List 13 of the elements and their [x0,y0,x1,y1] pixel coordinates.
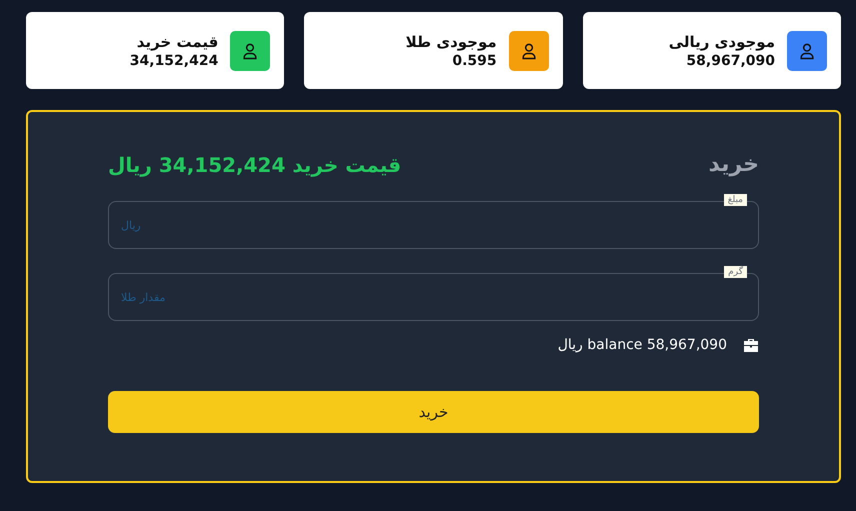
form-title: خرید [708,152,759,177]
card-title: موجودی ریالی [668,32,775,50]
card-title: موجودی طلا [406,32,497,50]
card-value: 0.595 [451,52,497,68]
buy-button[interactable]: خرید [108,391,759,433]
buy-price: قیمت خرید 34,152,424 ریال [108,152,402,176]
field-label: مبلغ [724,194,747,206]
card-value: 58,967,090 [685,52,775,68]
card-title: قیمت خرید [136,32,218,50]
card-value: 34,152,424 [130,52,218,68]
field-label: گرم [724,266,747,278]
briefcase-icon [743,338,759,352]
balance-text: balance 58,967,090 ریال [558,337,727,353]
